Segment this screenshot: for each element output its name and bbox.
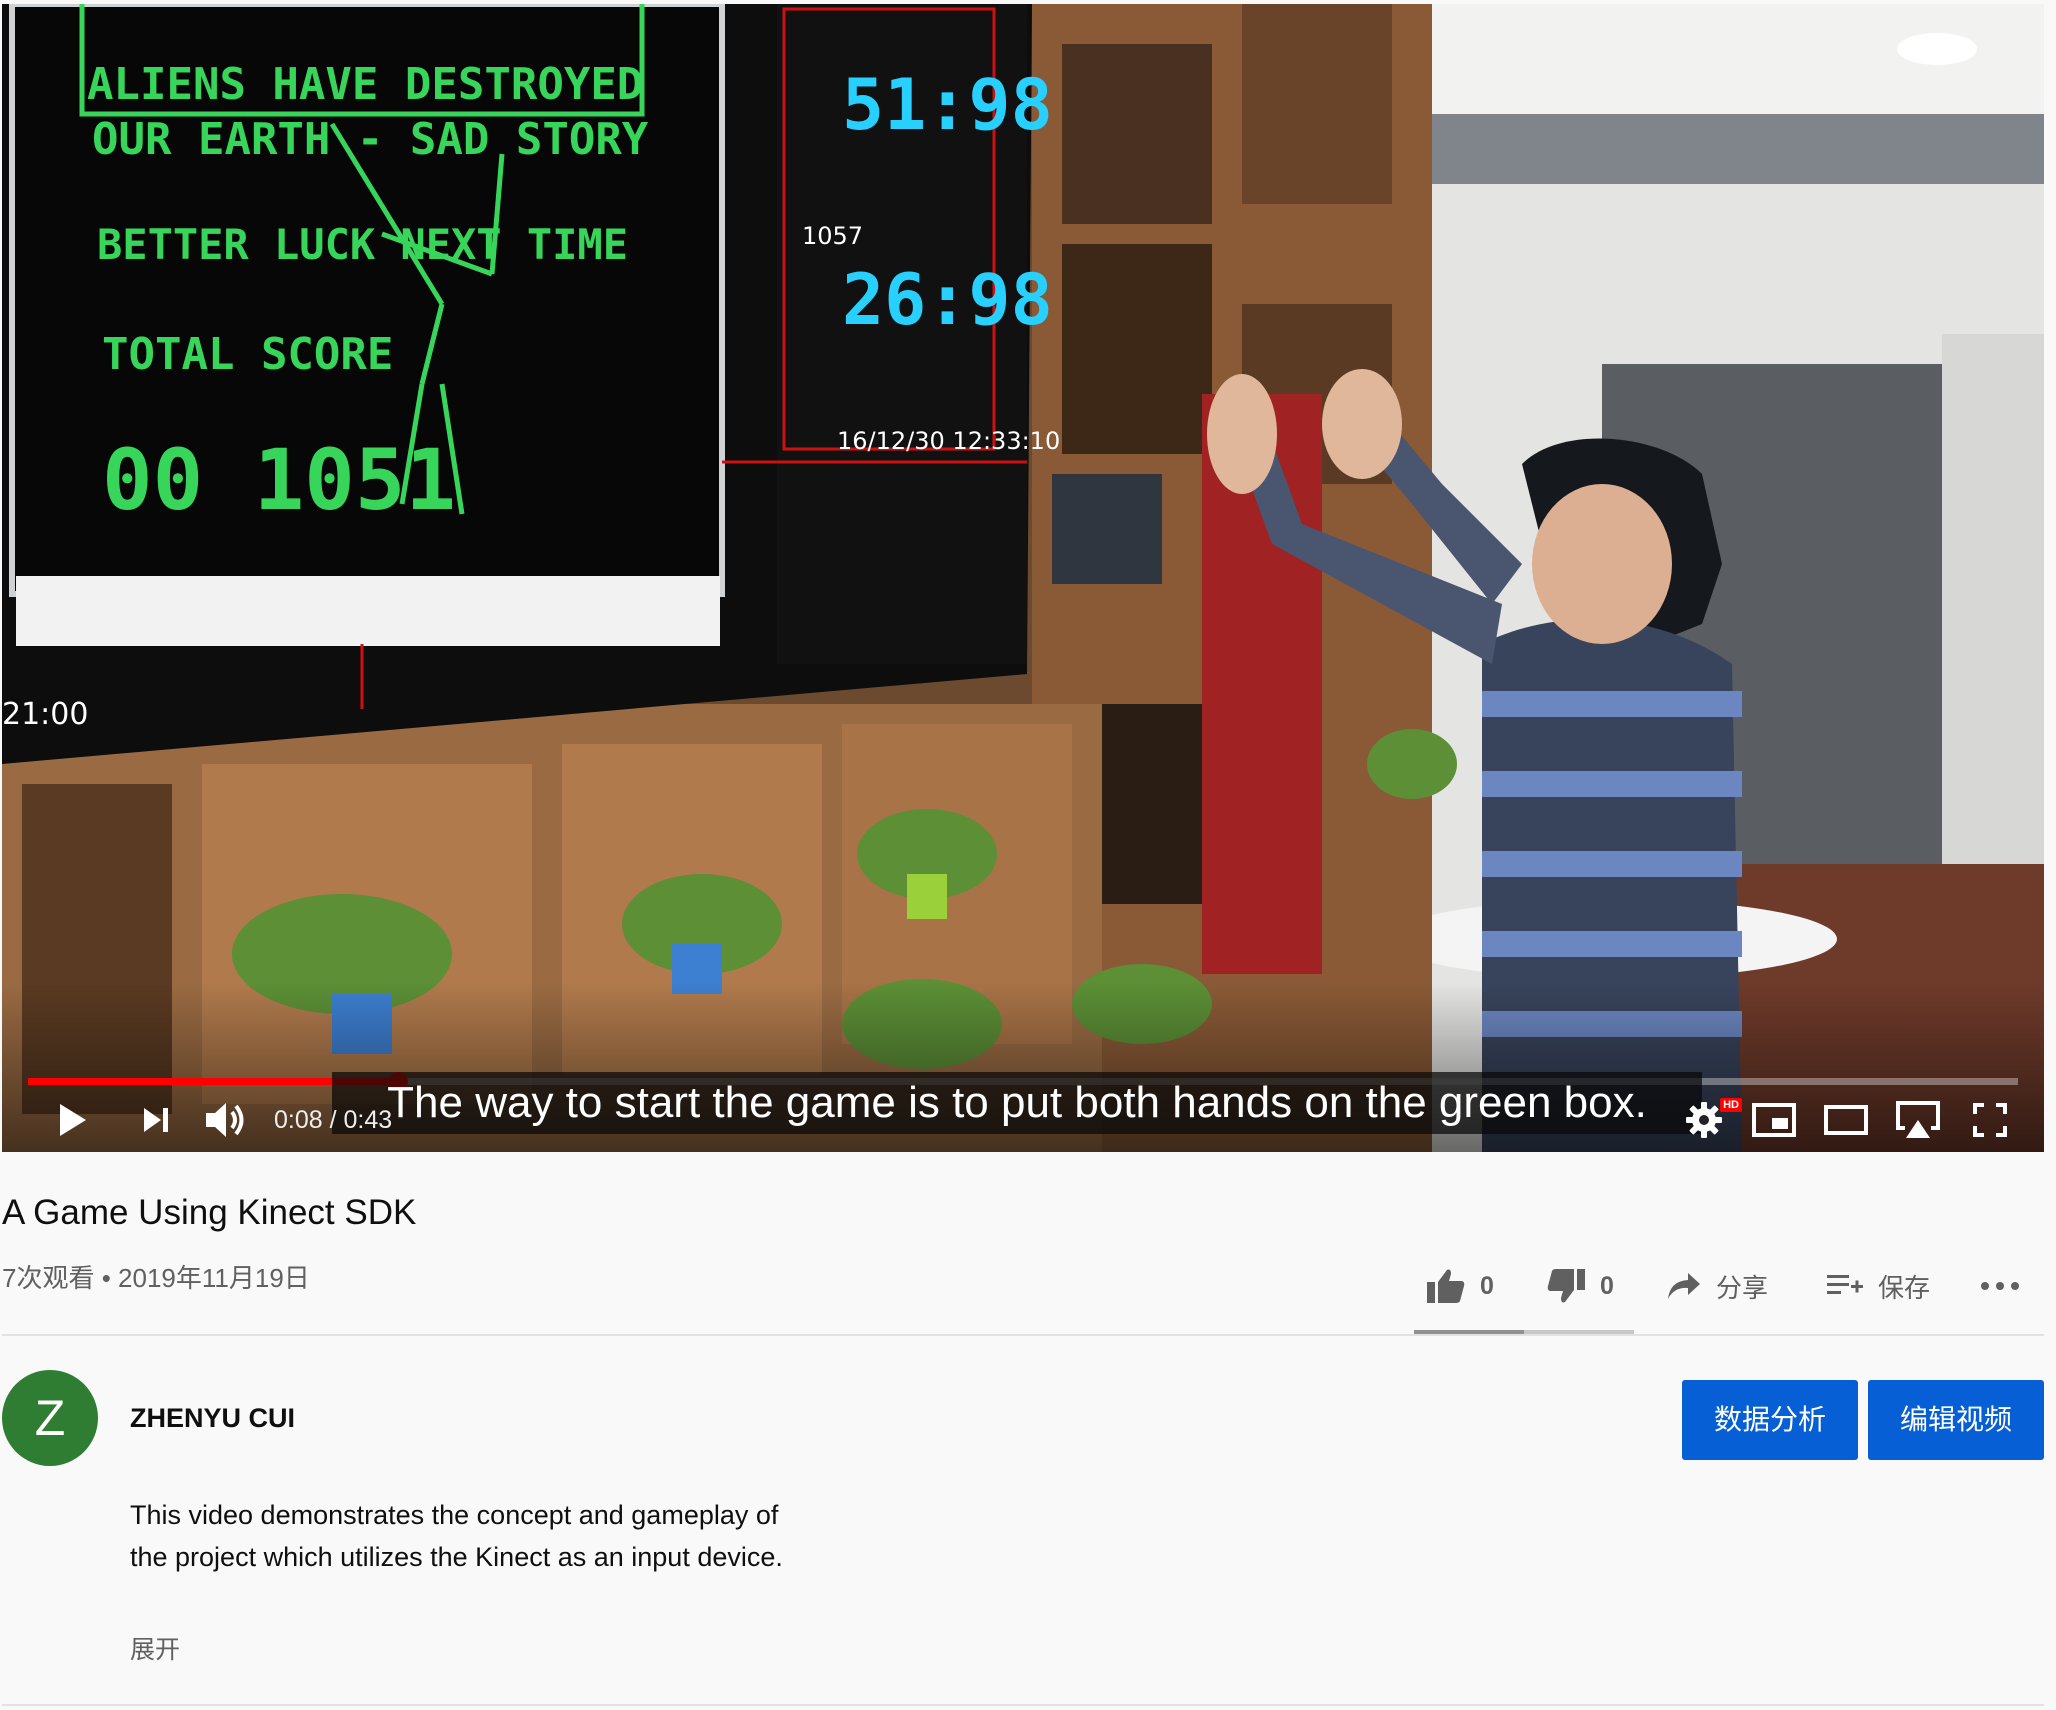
- edit-video-button[interactable]: 编辑视频: [1868, 1380, 2044, 1460]
- view-count: 7次观看: [2, 1263, 95, 1293]
- volume-icon: [206, 1103, 244, 1137]
- duration: 0:43: [343, 1106, 393, 1134]
- volume-button[interactable]: [194, 1090, 258, 1150]
- settings-button[interactable]: HD: [1674, 1090, 1742, 1150]
- theater-icon: [1824, 1105, 1868, 1135]
- svg-text:TOTAL SCORE: TOTAL SCORE: [102, 329, 393, 380]
- airplay-icon: [1896, 1101, 1940, 1138]
- video-title: A Game Using Kinect SDK: [2, 1193, 417, 1232]
- save-label: 保存: [1878, 1272, 1931, 1303]
- fullscreen-button[interactable]: [1958, 1090, 2022, 1150]
- miniplayer-button[interactable]: [1742, 1090, 1806, 1150]
- meta-separator: •: [94, 1263, 119, 1293]
- video-description: This video demonstrates the concept and …: [130, 1494, 890, 1578]
- upload-date: 2019年11月19日: [118, 1263, 310, 1293]
- thumbs-up-icon: [1427, 1269, 1465, 1303]
- playlist-add-icon: [1827, 1275, 1863, 1294]
- miniplayer-icon: [1752, 1103, 1796, 1137]
- description-line: This video demonstrates the concept and …: [130, 1500, 779, 1530]
- theater-mode-button[interactable]: [1814, 1090, 1878, 1150]
- thumbs-down-icon: [1547, 1269, 1585, 1303]
- gear-icon: [1686, 1102, 1722, 1138]
- fullscreen-icon: [1973, 1103, 2007, 1137]
- show-more-button[interactable]: 展开: [130, 1632, 180, 1668]
- divider-top: [2, 1334, 2044, 1336]
- next-button[interactable]: [126, 1090, 186, 1150]
- video-frame[interactable]: ALIENS HAVE DESTROYED OUR EARTH - SAD ST…: [2, 4, 2044, 1152]
- svg-text:BETTER LUCK NEXT TIME: BETTER LUCK NEXT TIME: [97, 220, 628, 269]
- current-time: 0:08: [274, 1106, 323, 1134]
- time-display: 0:08 / 0:43: [274, 1102, 392, 1138]
- subtitle-caption: The way to start the game is to put both…: [332, 1072, 1702, 1134]
- dislike-count: 0: [1600, 1271, 1614, 1300]
- svg-text:21:00: 21:00: [2, 697, 88, 732]
- play-icon: [60, 1104, 86, 1136]
- svg-text:26:98: 26:98: [842, 259, 1053, 341]
- hd-badge: HD: [1720, 1098, 1742, 1112]
- like-button[interactable]: 0: [1426, 1254, 1494, 1318]
- svg-text:OUR EARTH - SAD STORY: OUR EARTH - SAD STORY: [92, 114, 649, 165]
- channel-avatar[interactable]: Z: [2, 1370, 98, 1466]
- watch-page: ALIENS HAVE DESTROYED OUR EARTH - SAD ST…: [0, 0, 2056, 1710]
- video-meta: 7次观看 • 2019年11月19日: [2, 1260, 310, 1296]
- divider-bottom: [2, 1704, 2044, 1706]
- video-frame-image: ALIENS HAVE DESTROYED OUR EARTH - SAD ST…: [2, 4, 2044, 1152]
- svg-text:51:98: 51:98: [842, 64, 1053, 146]
- cast-button[interactable]: [1886, 1090, 1950, 1150]
- time-separator: /: [322, 1106, 344, 1134]
- share-button[interactable]: 分享: [1666, 1254, 1768, 1318]
- channel-name[interactable]: ZHENYU CUI: [130, 1400, 295, 1436]
- svg-text:00 1051: 00 1051: [102, 431, 456, 529]
- share-label: 分享: [1716, 1272, 1769, 1303]
- analytics-button[interactable]: 数据分析: [1682, 1380, 1858, 1460]
- description-line: the project which utilizes the Kinect as…: [130, 1542, 783, 1572]
- next-icon: [144, 1108, 168, 1132]
- share-icon: [1668, 1273, 1700, 1299]
- svg-text:16/12/30 12:33:10: 16/12/30 12:33:10: [837, 427, 1060, 455]
- svg-text:1057: 1057: [802, 222, 863, 250]
- video-player[interactable]: ALIENS HAVE DESTROYED OUR EARTH - SAD ST…: [2, 4, 2044, 1152]
- more-actions-button[interactable]: [1980, 1254, 2020, 1318]
- like-count: 0: [1480, 1271, 1494, 1300]
- svg-text:ALIENS HAVE DESTROYED: ALIENS HAVE DESTROYED: [87, 59, 643, 110]
- save-button[interactable]: 保存: [1826, 1254, 1930, 1318]
- play-button[interactable]: [42, 1090, 102, 1150]
- more-horizontal-icon: [1981, 1282, 2019, 1290]
- dislike-button[interactable]: 0: [1546, 1254, 1614, 1318]
